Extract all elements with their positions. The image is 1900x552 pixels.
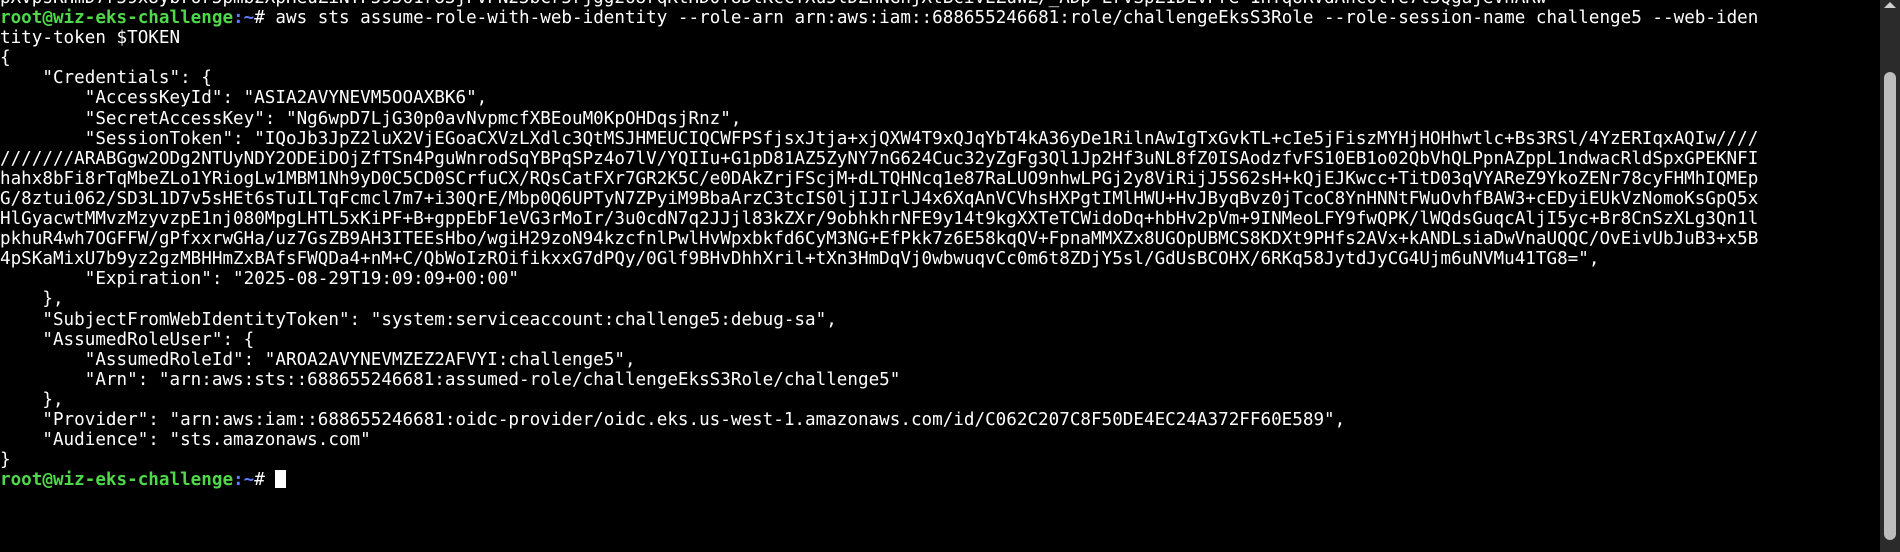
prompt-user-host: root@wiz-eks-challenge bbox=[0, 470, 234, 491]
terminal-line: tity-token $TOKEN bbox=[0, 28, 181, 49]
text-cursor bbox=[275, 470, 286, 489]
terminal-line: }, bbox=[0, 389, 64, 410]
scrollbar-thumb[interactable] bbox=[1884, 72, 1896, 540]
terminal-line: pXvpsRHmD7r59x8ybr6r5pmb2XpHeuZiNTF59561… bbox=[0, 0, 1880, 8]
terminal-line: }, bbox=[0, 289, 64, 310]
terminal-line: "SubjectFromWebIdentityToken": "system:s… bbox=[0, 309, 837, 330]
terminal-line: G/8ztui062/SD3L1D7v5sHEt6sTuILTqFcmcl7m7… bbox=[0, 188, 1759, 209]
terminal-line: { bbox=[0, 48, 11, 69]
terminal-line: ///////ARABGgw2ODg2NTUyNDY2ODEiDOjZfTSn4… bbox=[0, 148, 1759, 169]
terminal-line: "Credentials": { bbox=[0, 68, 212, 89]
terminal-line: "Audience": "sts.amazonaws.com" bbox=[0, 430, 371, 451]
command-text[interactable] bbox=[265, 470, 276, 490]
terminal-line: "AssumedRoleUser": { bbox=[0, 329, 255, 350]
prompt-path: :~ bbox=[233, 470, 255, 491]
terminal-output[interactable]: pXvpsRHmD7r59x8ybr6r5pmb2XpHeuZiNTF59561… bbox=[0, 0, 1880, 552]
terminal-line: hahx8bFi8rTqMbeZLo1YRiogLw1MBM1Nh9yD0C5C… bbox=[0, 168, 1759, 189]
terminal-line: "Expiration": "2025-08-29T19:09:09+00:00… bbox=[0, 269, 520, 290]
terminal-line: "SessionToken": "IQoJb3JpZ2luX2VjEGoaCXV… bbox=[0, 128, 1759, 149]
terminal-line: "Provider": "arn:aws:iam::688655246681:o… bbox=[0, 409, 1346, 430]
prompt-user-host: root@wiz-eks-challenge bbox=[0, 8, 234, 29]
terminal-line: "SecretAccessKey": "Ng6wpD7LjG30p0avNvpm… bbox=[0, 108, 742, 129]
vertical-scrollbar[interactable] bbox=[1880, 0, 1900, 552]
terminal-line: pkhuR4wh7OGFFW/gPfxxrwGHa/uz7GsZB9AH3ITE… bbox=[0, 229, 1759, 250]
prompt-line: root@wiz-eks-challenge:~# aws sts assume… bbox=[0, 8, 1880, 28]
terminal-line: HlGyacwtMMvzMzyvzpE1nj080MpgLHTL5xKiPF+B… bbox=[0, 209, 1759, 230]
prompt-path: :~ bbox=[233, 8, 255, 29]
scroll-up-arrow-icon[interactable] bbox=[1884, 2, 1896, 8]
command-text[interactable]: aws sts assume-role-with-web-identity --… bbox=[265, 8, 1758, 28]
terminal-line: "AssumedRoleId": "AROA2AVYNEVMZEZ2AFVYI:… bbox=[0, 349, 636, 370]
terminal-line: "Arn": "arn:aws:sts::688655246681:assume… bbox=[0, 369, 901, 390]
terminal-line: 4pSKaMixU7b9yz2gzMBHHmZxBAfsFWQDa4+nM+C/… bbox=[0, 249, 1600, 270]
terminal-line: } bbox=[0, 450, 11, 471]
prompt-symbol: # bbox=[254, 8, 265, 29]
prompt-line: root@wiz-eks-challenge:~# bbox=[0, 470, 1880, 490]
terminal-line: "AccessKeyId": "ASIA2AVYNEVM5OOAXBK6", bbox=[0, 88, 488, 109]
prompt-symbol: # bbox=[254, 470, 265, 491]
